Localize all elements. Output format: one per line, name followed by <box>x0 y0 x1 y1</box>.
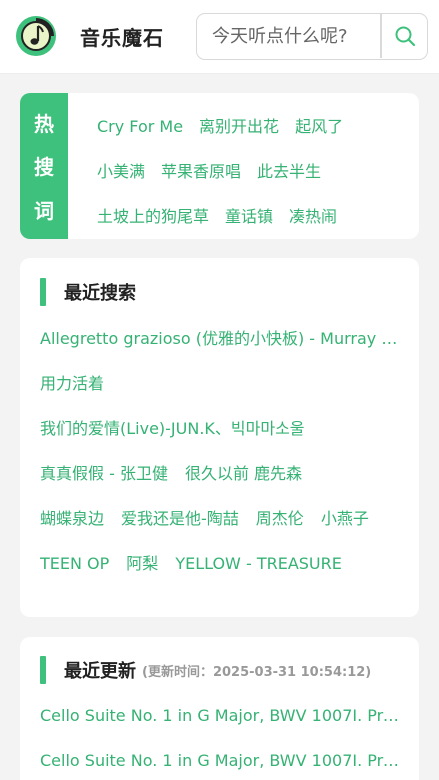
hot-search-link[interactable]: Cry For Me <box>97 117 183 136</box>
hot-search-list: Cry For Me 离别开出花 起风了 小美满 苹果香原唱 此去半生 土坡上的狗尾草童… <box>97 93 412 239</box>
update-link[interactable]: Cello Suite No. 1 in G Major, BWV 1007I.… <box>40 749 402 773</box>
recent-search-link[interactable]: 阿梨 <box>126 554 158 573</box>
hot-search-card: 热 搜 词 Cry For Me 离别开出花 起风了 小美满 苹果香原唱 此去半生 土坡… <box>20 93 419 239</box>
hot-search-link[interactable]: 离别开出花 <box>199 117 279 136</box>
recent-search-link[interactable]: 周杰伦 <box>256 509 304 528</box>
hot-search-link[interactable]: 此去半生 <box>257 162 321 181</box>
recent-row: TEEN OP 阿梨 YELLOW - TREASURE <box>40 552 402 576</box>
recent-search-link[interactable]: 爱我还是他-陶喆 <box>121 509 239 528</box>
recent-search-link[interactable]: 真真假假 - 张卫健 <box>40 464 168 483</box>
hot-search-badge: 热 搜 词 <box>20 93 68 239</box>
hot-search-link[interactable]: 小美满 <box>97 162 145 181</box>
recent-row: Allegretto grazioso (优雅的小快板) - Murray Pe… <box>40 327 402 351</box>
section-title: 最近更新 (更新时间：2025-03-31 10:54:12) <box>40 656 371 684</box>
search-icon <box>395 26 415 47</box>
recent-search-title: 最近搜索 <box>64 283 136 304</box>
hot-row: 小美满 苹果香原唱 此去半生 <box>97 158 337 181</box>
recent-search-link[interactable]: 很久以前 鹿先森 <box>185 464 302 483</box>
hot-search-link[interactable]: 凑热闹 <box>289 207 337 226</box>
recent-row: 用力活着 <box>40 372 402 396</box>
recent-search-link[interactable]: 蝴蝶泉边 <box>40 509 104 528</box>
recent-search-link[interactable]: 小燕子 <box>321 509 369 528</box>
hot-search-link[interactable]: 苹果香原唱 <box>161 162 241 181</box>
hot-search-link[interactable]: 土坡上的狗尾草 <box>97 207 209 226</box>
update-link[interactable]: Cello Suite No. 1 in G Major, BWV 1007I.… <box>40 704 402 728</box>
recent-row: 我们的爱情(Live)-JUN.K、빅마마소울 <box>40 417 402 441</box>
hot-search-link[interactable]: 童话镇 <box>225 207 273 226</box>
recent-search-link[interactable]: TEEN OP <box>40 554 109 573</box>
recent-search-link[interactable]: 用力活着 <box>40 374 104 393</box>
hot-search-link[interactable]: 起风了 <box>295 117 343 136</box>
hot-row: Cry For Me 离别开出花 起风了 <box>97 113 359 136</box>
app-title: 音乐魔石 <box>80 26 164 50</box>
badge-char: 词 <box>34 198 54 223</box>
app-header: 音乐魔石 <box>0 0 439 74</box>
hot-row: 土坡上的狗尾草 童话镇 凑热闹 <box>97 203 353 226</box>
search-bar <box>196 13 428 60</box>
badge-char: 搜 <box>34 155 54 180</box>
recent-row: 蝴蝶泉边 爱我还是他-陶喆 周杰伦 小燕子 <box>40 507 402 531</box>
search-input[interactable] <box>197 14 380 58</box>
recent-search-card: 最近搜索 Allegretto grazioso (优雅的小快板) - Murr… <box>20 258 419 617</box>
badge-char: 热 <box>34 112 54 137</box>
recent-row: 真真假假 - 张卫健 很久以前 鹿先森 <box>40 462 402 486</box>
recent-search-link[interactable]: 我们的爱情(Live)-JUN.K、빅마마소울 <box>40 419 305 438</box>
recent-update-card: 最近更新 (更新时间：2025-03-31 10:54:12) Cello Su… <box>20 637 419 780</box>
update-time-label: (更新时间：2025-03-31 10:54:12) <box>142 664 372 680</box>
search-button[interactable] <box>382 14 427 58</box>
music-note-logo-icon[interactable] <box>15 15 57 57</box>
recent-search-link[interactable]: Allegretto grazioso (优雅的小快板) - Murray Pe… <box>40 329 402 348</box>
section-title: 最近搜索 <box>40 278 136 306</box>
title-accent-bar <box>40 278 46 306</box>
recent-update-title: 最近更新 <box>64 661 136 682</box>
title-accent-bar <box>40 656 46 684</box>
recent-search-link[interactable]: YELLOW - TREASURE <box>175 554 342 573</box>
